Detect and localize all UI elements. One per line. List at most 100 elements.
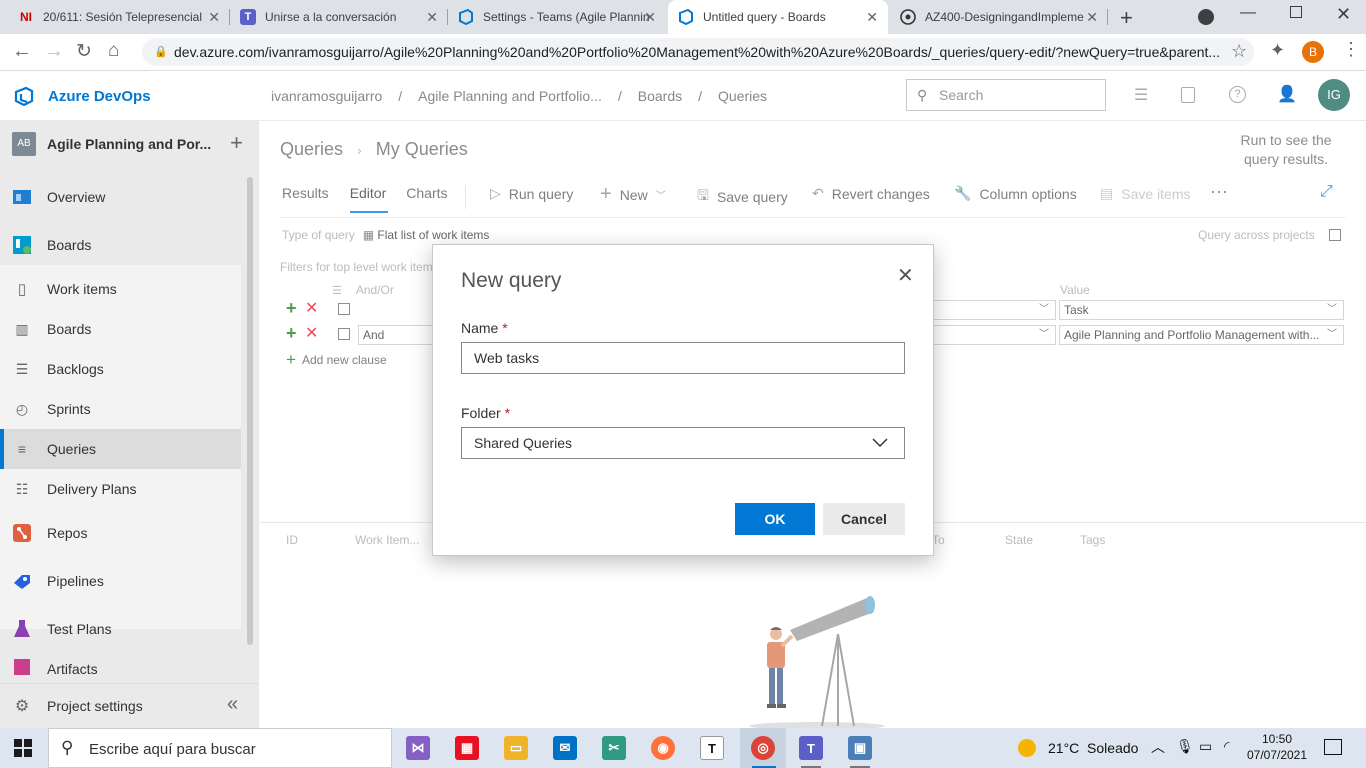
file-explorer-icon[interactable]: ▭	[504, 736, 528, 760]
cancel-button[interactable]: Cancel	[823, 503, 905, 535]
sidebar-footer: ⚙ Project settings «	[0, 683, 259, 728]
browser-toolbar: ← → ↻ ⌂ 🔒 dev.azure.com/ivanramosguijarr…	[0, 34, 1366, 71]
mail-icon[interactable]: ✉	[553, 736, 577, 760]
browser-tab[interactable]: T Unirse a la conversación ✕	[230, 0, 448, 34]
brand-name: Azure DevOps	[48, 87, 151, 105]
minimize-icon[interactable]: —	[1240, 4, 1256, 22]
close-window-icon[interactable]: ✕	[1336, 4, 1351, 25]
chrome-icon[interactable]: ◎	[751, 736, 775, 760]
breadcrumb: ivanramosguijarro / Agile Planning and P…	[271, 88, 767, 104]
address-bar[interactable]: 🔒 dev.azure.com/ivanramosguijarro/Agile%…	[142, 38, 1254, 66]
browser-menu-icon[interactable]: ⋮	[1342, 39, 1360, 60]
url-text: dev.azure.com/ivanramosguijarro/Agile%20…	[174, 44, 1221, 60]
search-icon: ⚲	[61, 738, 74, 757]
test-plans-icon	[12, 619, 32, 639]
close-tab-icon[interactable]: ✕	[1086, 9, 1098, 26]
sidebar-item-boards[interactable]: Boards	[0, 225, 241, 265]
clock[interactable]: 10:50 07/07/2021	[1246, 731, 1308, 763]
user-settings-icon[interactable]: 👤	[1277, 84, 1297, 104]
microphone-icon[interactable]: 🎙	[1176, 738, 1194, 755]
show-hidden-icons[interactable]: ︿	[1151, 737, 1165, 757]
folder-field-label: Folder *	[461, 405, 510, 421]
work-items-icon: ▯	[17, 281, 27, 298]
close-tab-icon[interactable]: ✕	[866, 9, 878, 26]
sidebar-item-label: Backlogs	[47, 361, 104, 377]
sidebar-scrollbar[interactable]	[247, 177, 253, 645]
snipping-tool-icon[interactable]: ✂	[602, 736, 626, 760]
browser-tab-bar: NI 20/611: Sesión Telepresencial ✕ T Uni…	[0, 0, 1366, 34]
close-tab-icon[interactable]: ✕	[208, 9, 220, 26]
battery-icon[interactable]: ▭	[1199, 738, 1212, 755]
add-icon[interactable]: +	[230, 130, 243, 156]
sidebar-item-test-plans[interactable]: Test Plans	[0, 609, 241, 649]
taskbar-search-input[interactable]: ⚲ Escribe aquí para buscar	[48, 728, 392, 768]
ok-button[interactable]: OK	[735, 503, 815, 535]
kanban-icon: ▥	[15, 320, 29, 337]
header-search-input[interactable]: ⚲ Search	[906, 79, 1106, 111]
notifications-icon[interactable]	[1324, 739, 1342, 755]
back-icon[interactable]: ←	[12, 40, 32, 63]
sun-weather-icon[interactable]	[1018, 739, 1036, 757]
app-window-icon[interactable]: ▣	[848, 736, 872, 760]
restore-icon[interactable]	[1290, 6, 1302, 18]
windows-start-icon[interactable]	[14, 739, 32, 757]
profile-avatar[interactable]: B	[1302, 41, 1324, 63]
sidebar-item-overview[interactable]: Overview	[0, 177, 241, 217]
breadcrumb-project[interactable]: Agile Planning and Portfolio...	[418, 88, 602, 104]
close-tab-icon[interactable]: ✕	[426, 9, 438, 26]
firefox-icon[interactable]: ◉	[651, 736, 675, 760]
weather-text[interactable]: 21°C Soleado	[1048, 740, 1138, 756]
forward-icon[interactable]: →	[44, 40, 64, 63]
new-tab-icon[interactable]: +	[1120, 5, 1133, 31]
browser-tab[interactable]: Settings - Teams (Agile Plannin ✕	[448, 0, 666, 34]
tab-title: 20/611: Sesión Telepresencial	[43, 10, 202, 24]
folder-dropdown[interactable]: Shared Queries	[461, 427, 905, 459]
sidebar-item-boards-sub[interactable]: ▥ Boards	[0, 309, 241, 349]
close-tab-icon[interactable]: ✕	[644, 9, 656, 26]
close-icon[interactable]: ✕	[897, 263, 914, 288]
wifi-icon[interactable]: ◜	[1224, 738, 1229, 755]
help-icon[interactable]: ?	[1229, 86, 1246, 103]
sidebar-item-label: Overview	[47, 189, 106, 205]
browser-tab[interactable]: AZ400-DesigningandImpleme ✕	[890, 0, 1108, 34]
marketplace-bag-icon[interactable]	[1181, 87, 1195, 103]
sidebar-item-sprints[interactable]: ◴ Sprints	[0, 389, 241, 429]
bookmark-star-icon[interactable]: ☆	[1231, 41, 1247, 62]
tab-search-icon[interactable]	[1198, 9, 1214, 25]
teams-icon[interactable]: T	[799, 736, 823, 760]
collapse-sidebar-icon[interactable]: «	[227, 693, 238, 716]
breadcrumb-queries[interactable]: Queries	[718, 88, 767, 104]
azure-devops-icon	[458, 9, 474, 25]
boards-icon	[12, 235, 32, 255]
browser-tab-active[interactable]: Untitled query - Boards ✕	[668, 0, 888, 34]
sidebar-item-repos[interactable]: Repos	[0, 513, 241, 553]
ni-favicon-icon: NI	[20, 10, 32, 24]
project-settings[interactable]: ⚙ Project settings	[0, 688, 241, 724]
tab-title: Unirse a la conversación	[265, 10, 397, 24]
user-avatar[interactable]: IG	[1318, 79, 1350, 111]
home-icon[interactable]: ⌂	[108, 40, 119, 62]
sidebar-item-pipelines[interactable]: Pipelines	[0, 561, 241, 601]
search-placeholder: Search	[939, 87, 984, 103]
name-label-text: Name	[461, 320, 499, 336]
breadcrumb-boards[interactable]: Boards	[638, 88, 682, 104]
sidebar-item-delivery-plans[interactable]: ☷ Delivery Plans	[0, 469, 241, 509]
breadcrumb-org[interactable]: ivanramosguijarro	[271, 88, 382, 104]
taskbar-search-placeholder: Escribe aquí para buscar	[89, 741, 256, 758]
list-settings-icon[interactable]: ☰	[1134, 85, 1148, 105]
typora-icon[interactable]: T	[700, 736, 724, 760]
reload-icon[interactable]: ↻	[76, 40, 92, 63]
sidebar-item-artifacts[interactable]: Artifacts	[0, 657, 241, 677]
project-selector[interactable]: AB Agile Planning and Por... +	[12, 130, 247, 156]
sidebar-item-work-items[interactable]: ▯ Work items	[0, 269, 241, 309]
query-name-input[interactable]: Web tasks	[461, 342, 905, 374]
required-mark: *	[504, 405, 511, 421]
pipelines-icon	[12, 571, 32, 591]
sidebar-item-backlogs[interactable]: ☰ Backlogs	[0, 349, 241, 389]
gift-icon[interactable]: ▦	[455, 736, 479, 760]
ado-logo[interactable]: Azure DevOps	[14, 86, 151, 106]
extensions-icon[interactable]: ✦	[1270, 40, 1285, 61]
browser-tab[interactable]: NI 20/611: Sesión Telepresencial ✕	[8, 0, 230, 34]
visual-studio-icon[interactable]: ⋈	[406, 736, 430, 760]
sidebar-item-queries[interactable]: ≡ Queries	[0, 429, 241, 469]
